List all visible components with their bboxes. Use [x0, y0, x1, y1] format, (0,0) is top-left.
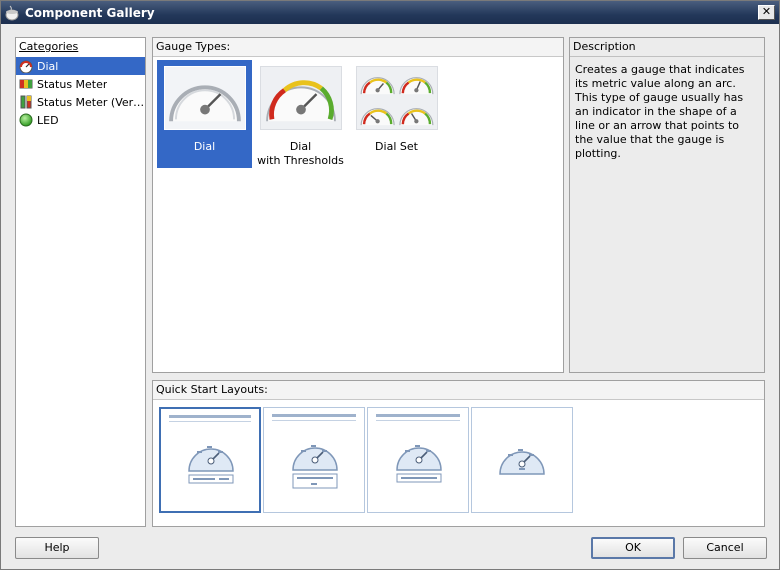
category-label: LED	[37, 113, 59, 127]
description-panel: Description Creates a gauge that indicat…	[569, 37, 765, 373]
gauge-type-label: Dial Set	[375, 140, 418, 153]
categories-panel: Categories Dial Status Meter Status Mete…	[15, 37, 146, 527]
dial-gauge-icon	[19, 60, 33, 73]
cancel-button[interactable]: Cancel	[683, 537, 767, 559]
gauge-types-panel: Gauge Types: Dial Dial with Thresholds D…	[152, 37, 564, 373]
layout-gauge-only-icon	[499, 449, 545, 475]
gauge-type-dial[interactable]: Dial	[157, 60, 252, 168]
ok-button[interactable]: OK	[591, 537, 675, 559]
status-meter-icon	[19, 79, 33, 89]
category-label: Status Meter (Verti...	[37, 95, 145, 109]
quick-start-layout-2[interactable]	[263, 407, 365, 513]
dial-thresholds-preview-icon	[259, 66, 342, 130]
dial-set-preview-icon	[355, 66, 438, 130]
gauge-type-label: Dial	[193, 140, 216, 153]
window-title: Component Gallery	[25, 5, 155, 20]
category-label: Dial	[37, 59, 59, 73]
category-label: Status Meter	[37, 77, 108, 91]
app-coffee-cup-icon	[5, 5, 19, 20]
layout-title-label-below-icon	[272, 414, 356, 489]
gauge-types-header: Gauge Types:	[153, 38, 563, 57]
layout-title-value-below-icon	[376, 414, 460, 483]
led-icon	[19, 113, 33, 127]
gauge-type-dial-with-thresholds[interactable]: Dial with Thresholds	[253, 60, 348, 168]
gauge-type-label-line2: with Thresholds	[257, 154, 344, 167]
gauge-type-label: Dial	[289, 140, 312, 153]
quick-start-layout-1[interactable]	[159, 407, 261, 513]
category-item-dial[interactable]: Dial	[16, 57, 145, 75]
description-text: Creates a gauge that indicates its metri…	[575, 63, 745, 160]
dial-preview-icon	[163, 66, 246, 130]
component-gallery-dialog: Component Gallery ✕ Categories Dial Stat…	[0, 0, 780, 570]
description-header: Description	[570, 38, 764, 57]
help-button[interactable]: Help	[15, 537, 99, 559]
quick-start-layouts-panel: Quick Start Layouts:	[152, 380, 765, 527]
vertical-status-meter-icon	[20, 95, 32, 109]
quick-start-layout-3[interactable]	[367, 407, 469, 513]
layout-title-legend-below-icon	[169, 415, 251, 484]
category-item-led[interactable]: LED	[16, 111, 145, 129]
title-bar: Component Gallery ✕	[1, 1, 779, 24]
categories-header: Categories	[16, 38, 145, 57]
category-item-status-meter-vertical[interactable]: Status Meter (Verti...	[16, 93, 145, 111]
close-button[interactable]: ✕	[758, 5, 775, 20]
gauge-type-dial-set[interactable]: Dial Set	[349, 60, 444, 168]
quick-start-header: Quick Start Layouts:	[153, 381, 764, 400]
category-item-status-meter[interactable]: Status Meter	[16, 75, 145, 93]
quick-start-layout-4[interactable]	[471, 407, 573, 513]
